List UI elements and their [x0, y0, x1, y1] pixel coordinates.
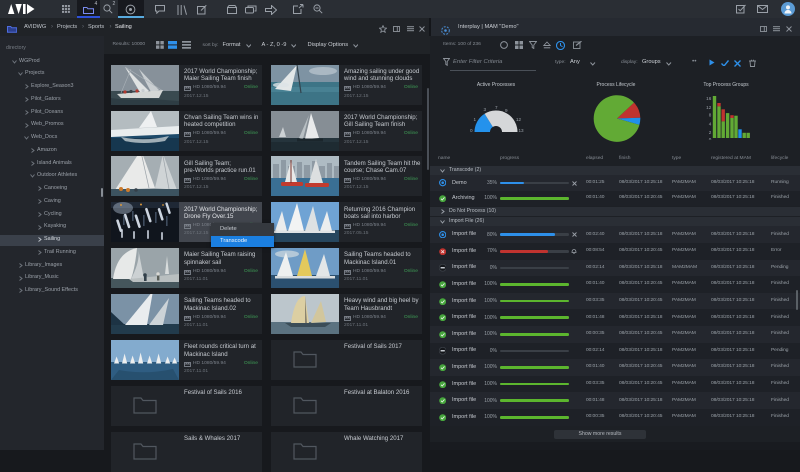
- svg-text:2: 2: [709, 130, 712, 135]
- svg-text:16: 16: [706, 96, 712, 101]
- svg-text:4: 4: [709, 122, 712, 127]
- svg-text:0: 0: [709, 137, 712, 140]
- svg-text:8: 8: [709, 113, 712, 118]
- svg-text:12: 12: [706, 105, 712, 110]
